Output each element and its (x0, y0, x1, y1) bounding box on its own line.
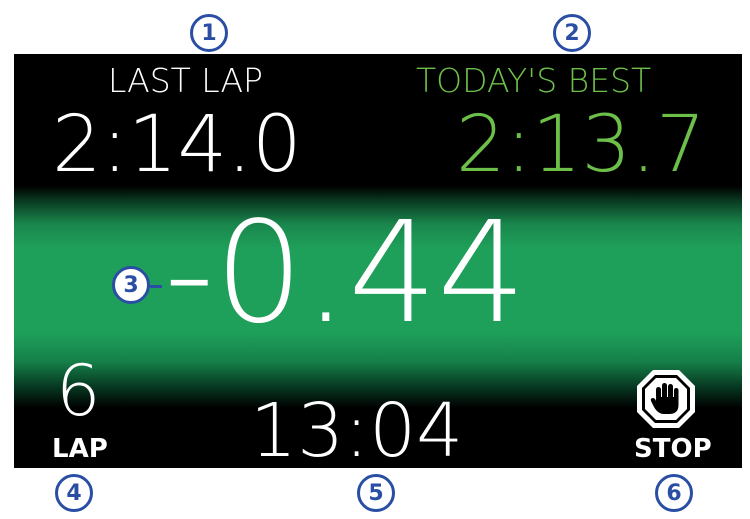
elapsed-time: 13:04 (250, 388, 464, 468)
callout-1: 1 (190, 14, 228, 52)
todays-best-time: 2:13.7 (456, 100, 706, 190)
todays-best-label: TODAY'S BEST (416, 61, 652, 100)
stop-hand-icon[interactable] (635, 368, 697, 430)
callout-3-leader (150, 285, 162, 288)
callout-3: 3 (112, 266, 150, 304)
last-lap-label: LAST LAP (108, 61, 263, 100)
callout-5: 5 (357, 474, 395, 512)
callout-4: 4 (55, 474, 93, 512)
callout-6: 6 (655, 474, 693, 512)
device-screen: LAST LAP 2:14.0 TODAY'S BEST 2:13.7 -0.4… (14, 54, 742, 468)
lap-label: LAP (52, 434, 108, 464)
last-lap-time: 2:14.0 (52, 100, 302, 190)
lap-number: 6 (56, 350, 101, 432)
delta-value: -0.44 (164, 192, 527, 355)
stop-label[interactable]: STOP (634, 436, 712, 462)
callout-2: 2 (553, 14, 591, 52)
